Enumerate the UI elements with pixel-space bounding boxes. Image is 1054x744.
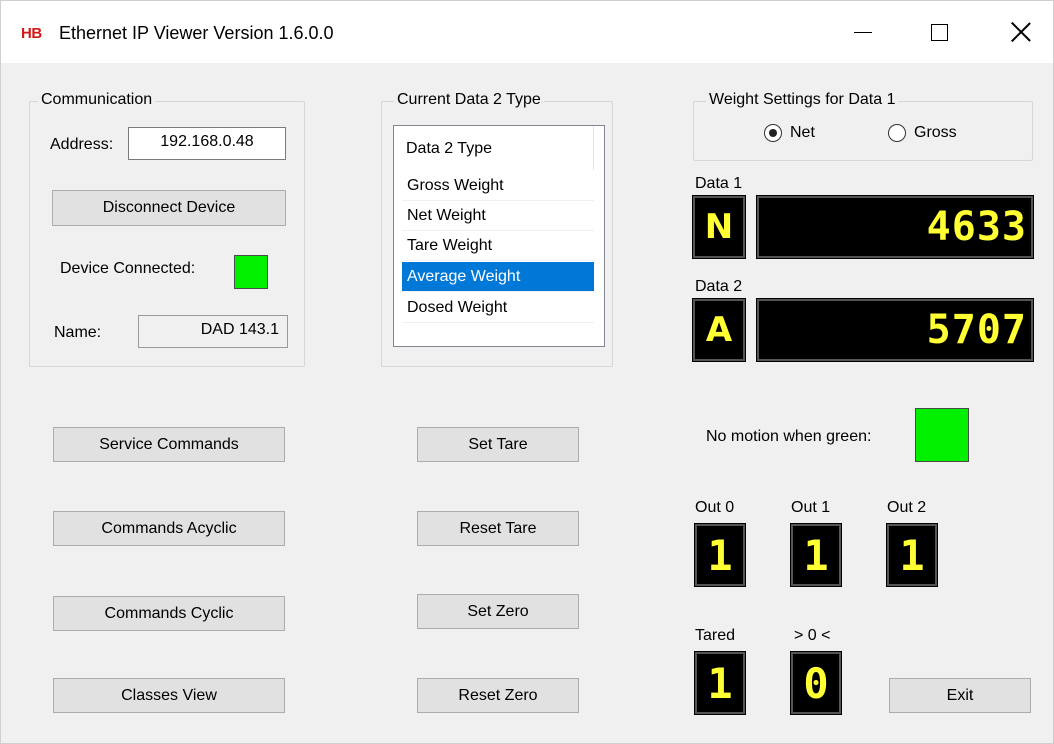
data2-type-display: A — [692, 298, 746, 362]
service-commands-button[interactable]: Service Commands — [53, 427, 285, 462]
weight-settings-group: Weight Settings for Data 1 Net Gross — [693, 91, 1033, 161]
address-label: Address: — [50, 136, 114, 153]
disconnect-device-button[interactable]: Disconnect Device — [52, 190, 286, 226]
list-item[interactable]: Gross Weight — [402, 171, 594, 201]
client-area: Communication Address: 192.168.0.48 Disc… — [1, 63, 1053, 743]
window-title: Ethernet IP Viewer Version 1.6.0.0 — [59, 23, 334, 43]
device-connected-led — [234, 255, 268, 289]
tared-label: Tared — [695, 627, 736, 644]
out0-display: 1 — [694, 523, 746, 587]
data1-type-display: N — [692, 195, 746, 259]
net-radio-label: Net — [790, 124, 815, 141]
maximize-button[interactable] — [911, 1, 967, 63]
list-item[interactable]: Dosed Weight — [402, 293, 594, 323]
reset-tare-button[interactable]: Reset Tare — [417, 511, 579, 546]
list-item[interactable]: Net Weight — [402, 201, 594, 231]
data2-type-listbox[interactable]: Data 2 Type Gross Weight Net Weight Tare… — [393, 125, 605, 347]
list-item-selected[interactable]: Average Weight — [402, 262, 594, 292]
out1-display: 1 — [790, 523, 842, 587]
gross-radio[interactable]: Gross — [888, 124, 957, 142]
set-tare-button[interactable]: Set Tare — [417, 427, 579, 462]
commands-acyclic-button[interactable]: Commands Acyclic — [53, 511, 285, 546]
gross-radio-label: Gross — [914, 124, 957, 141]
app-logo-icon: HB — [21, 25, 42, 42]
communication-legend: Communication — [38, 91, 156, 109]
commands-cyclic-button[interactable]: Commands Cyclic — [53, 596, 285, 631]
list-item[interactable]: Tare Weight — [402, 231, 594, 261]
title-bar[interactable]: HB Ethernet IP Viewer Version 1.6.0.0 — [1, 1, 1053, 63]
name-label: Name: — [54, 324, 102, 341]
maximize-icon — [930, 23, 948, 41]
data1-value-display: 4633 — [756, 195, 1034, 259]
zero-band-label: > 0 < — [794, 627, 831, 644]
address-input[interactable]: 192.168.0.48 — [128, 127, 286, 160]
no-motion-led — [915, 408, 969, 462]
data2-type-legend: Current Data 2 Type — [394, 91, 544, 109]
tared-display: 1 — [694, 651, 746, 715]
communication-group: Communication Address: 192.168.0.48 Disc… — [29, 91, 305, 367]
out2-label: Out 2 — [887, 499, 927, 516]
net-radio[interactable]: Net — [764, 124, 815, 142]
set-zero-button[interactable]: Set Zero — [417, 594, 579, 629]
reset-zero-button[interactable]: Reset Zero — [417, 678, 579, 713]
data2-label: Data 2 — [695, 278, 743, 295]
radio-unchecked-icon — [888, 124, 906, 142]
classes-view-button[interactable]: Classes View — [53, 678, 285, 713]
device-name-field: DAD 143.1 — [138, 315, 288, 348]
out2-display: 1 — [886, 523, 938, 587]
main-window: HB Ethernet IP Viewer Version 1.6.0.0 Co… — [0, 0, 1054, 744]
data1-label: Data 1 — [695, 175, 743, 192]
data2-value-display: 5707 — [756, 298, 1034, 362]
close-button[interactable] — [993, 1, 1049, 63]
zero-band-display: 0 — [790, 651, 842, 715]
data2-type-group: Current Data 2 Type Data 2 Type Gross We… — [381, 91, 613, 367]
device-connected-label: Device Connected: — [60, 260, 196, 277]
close-icon — [1011, 22, 1031, 42]
minimize-button[interactable] — [835, 1, 891, 63]
out1-label: Out 1 — [791, 499, 831, 516]
exit-button[interactable]: Exit — [889, 678, 1031, 713]
weight-settings-legend: Weight Settings for Data 1 — [706, 91, 899, 109]
data2-type-column-header[interactable]: Data 2 Type — [394, 126, 594, 170]
radio-checked-icon — [764, 124, 782, 142]
out0-label: Out 0 — [695, 499, 735, 516]
no-motion-label: No motion when green: — [706, 428, 872, 445]
minimize-icon — [854, 31, 872, 33]
